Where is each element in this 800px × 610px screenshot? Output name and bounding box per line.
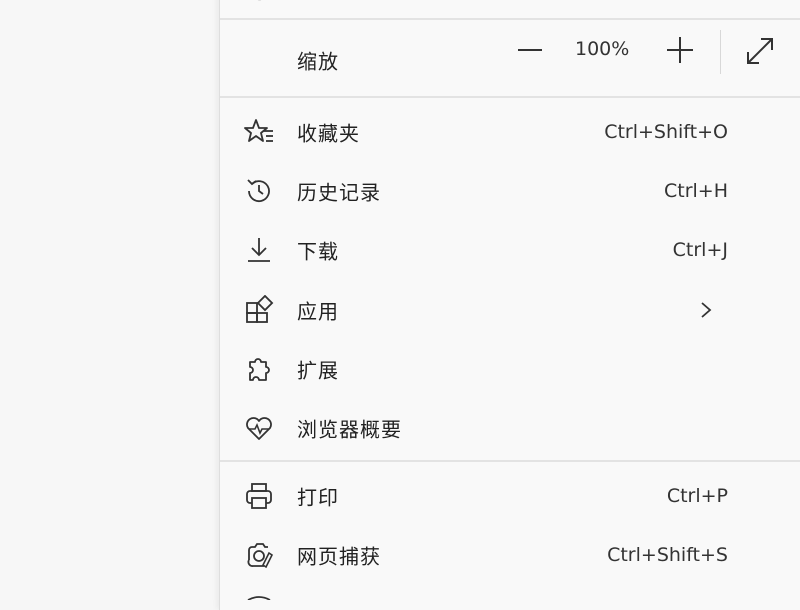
- partial-item-icon: [244, 594, 274, 600]
- menu-item-print[interactable]: 打印 Ctrl+P: [220, 468, 800, 524]
- fullscreen-button[interactable]: [744, 35, 776, 67]
- menu-item-shortcut: Ctrl+Shift+S: [607, 544, 728, 566]
- menu-divider: [220, 96, 800, 98]
- menu-item-partial[interactable]: [220, 0, 800, 8]
- expand-icon: [747, 38, 773, 64]
- menu-item-shortcut: Ctrl+J: [672, 239, 728, 261]
- menu-item-label: 下载: [297, 239, 339, 264]
- menu-item-label: 收藏夹: [297, 121, 360, 146]
- menu-item-apps[interactable]: 应用: [220, 282, 800, 338]
- zoom-separator: [720, 30, 721, 74]
- menu-item-label: 应用: [297, 299, 339, 324]
- download-icon: [244, 235, 274, 265]
- extensions-icon: [244, 354, 274, 384]
- zoom-value: 100%: [575, 38, 630, 60]
- menu-item-label: 浏览器概要: [297, 417, 402, 442]
- print-icon: [244, 481, 274, 511]
- menu-item-web-capture[interactable]: 网页捕获 Ctrl+Shift+S: [220, 527, 800, 583]
- apps-icon: [244, 295, 274, 325]
- menu-divider: [220, 460, 800, 462]
- zoom-in-button[interactable]: [665, 35, 695, 65]
- web-capture-icon: [244, 540, 274, 570]
- menu-item-label: 网页捕获: [297, 544, 381, 569]
- menu-item-history[interactable]: 历史记录 Ctrl+H: [220, 163, 800, 219]
- browser-essentials-icon: [244, 413, 274, 443]
- menu-item-extensions[interactable]: 扩展: [220, 341, 800, 397]
- menu-item-label: 扩展: [297, 358, 339, 383]
- plus-icon: [667, 37, 693, 63]
- zoom-out-button[interactable]: [516, 38, 544, 62]
- menu-item-shortcut: Ctrl+P: [666, 485, 728, 507]
- history-icon: [244, 176, 274, 206]
- menu-divider: [220, 18, 800, 20]
- zoom-label: 缩放: [297, 49, 339, 74]
- chevron-right-icon: [698, 302, 714, 318]
- menu-item-shortcut: Ctrl+H: [663, 180, 728, 202]
- partial-item-icon: [258, 0, 261, 1]
- menu-item-browser-essentials[interactable]: 浏览器概要: [220, 400, 800, 456]
- minus-icon: [518, 49, 542, 51]
- browser-settings-menu: 缩放 100% 收藏夹 Ctrl+Shift+O 历史记录 Ctrl+H 下载 …: [219, 0, 800, 610]
- zoom-row: 缩放: [220, 32, 800, 88]
- menu-item-shortcut: Ctrl+Shift+O: [604, 121, 728, 143]
- menu-item-label: 历史记录: [297, 180, 381, 205]
- page-background: [0, 0, 219, 600]
- menu-item-downloads[interactable]: 下载 Ctrl+J: [220, 222, 800, 278]
- menu-item-favorites[interactable]: 收藏夹 Ctrl+Shift+O: [220, 104, 800, 160]
- favorites-star-icon: [244, 117, 274, 147]
- menu-item-label: 打印: [297, 485, 339, 510]
